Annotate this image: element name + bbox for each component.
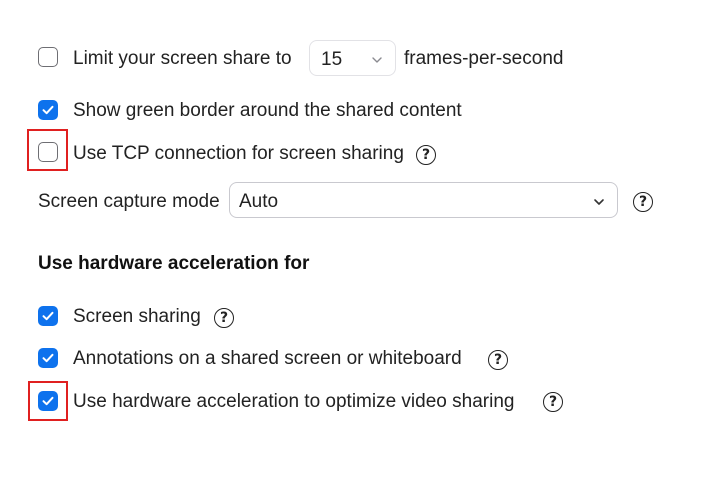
fps-suffix-label: frames-per-second <box>404 48 564 69</box>
tcp-connection-label: Use TCP connection for screen sharing <box>73 143 404 164</box>
hw-screen-sharing-checkbox[interactable] <box>38 306 58 326</box>
checkmark-icon <box>42 105 54 115</box>
hw-video-sharing-label: Use hardware acceleration to optimize vi… <box>73 391 515 412</box>
hw-accel-section-title: Use hardware acceleration for <box>38 253 310 274</box>
limit-fps-checkbox[interactable] <box>38 47 58 67</box>
hw-annotations-checkbox[interactable] <box>38 348 58 368</box>
hw-video-sharing-help-icon[interactable]: ? <box>543 392 563 412</box>
tcp-help-icon[interactable]: ? <box>416 145 436 165</box>
tcp-connection-checkbox[interactable] <box>38 142 58 162</box>
capture-mode-help-icon[interactable]: ? <box>633 192 653 212</box>
chevron-down-icon <box>592 193 606 215</box>
capture-mode-select[interactable]: Auto <box>229 182 618 218</box>
hw-screen-sharing-label: Screen sharing <box>73 306 201 327</box>
hw-screen-sharing-help-icon[interactable]: ? <box>214 308 234 328</box>
chevron-down-icon <box>371 50 383 72</box>
fps-value: 15 <box>321 49 343 70</box>
green-border-label: Show green border around the shared cont… <box>73 100 462 121</box>
checkmark-icon <box>42 396 54 406</box>
fps-select[interactable]: 15 <box>309 40 396 76</box>
hw-video-sharing-checkbox[interactable] <box>38 391 58 411</box>
hw-annotations-label: Annotations on a shared screen or whiteb… <box>73 348 462 369</box>
checkmark-icon <box>42 353 54 363</box>
limit-fps-label: Limit your screen share to <box>73 48 292 69</box>
green-border-checkbox[interactable] <box>38 100 58 120</box>
hw-annotations-help-icon[interactable]: ? <box>488 350 508 370</box>
checkmark-icon <box>42 311 54 321</box>
capture-mode-value: Auto <box>239 191 279 212</box>
capture-mode-label: Screen capture mode <box>38 191 220 212</box>
